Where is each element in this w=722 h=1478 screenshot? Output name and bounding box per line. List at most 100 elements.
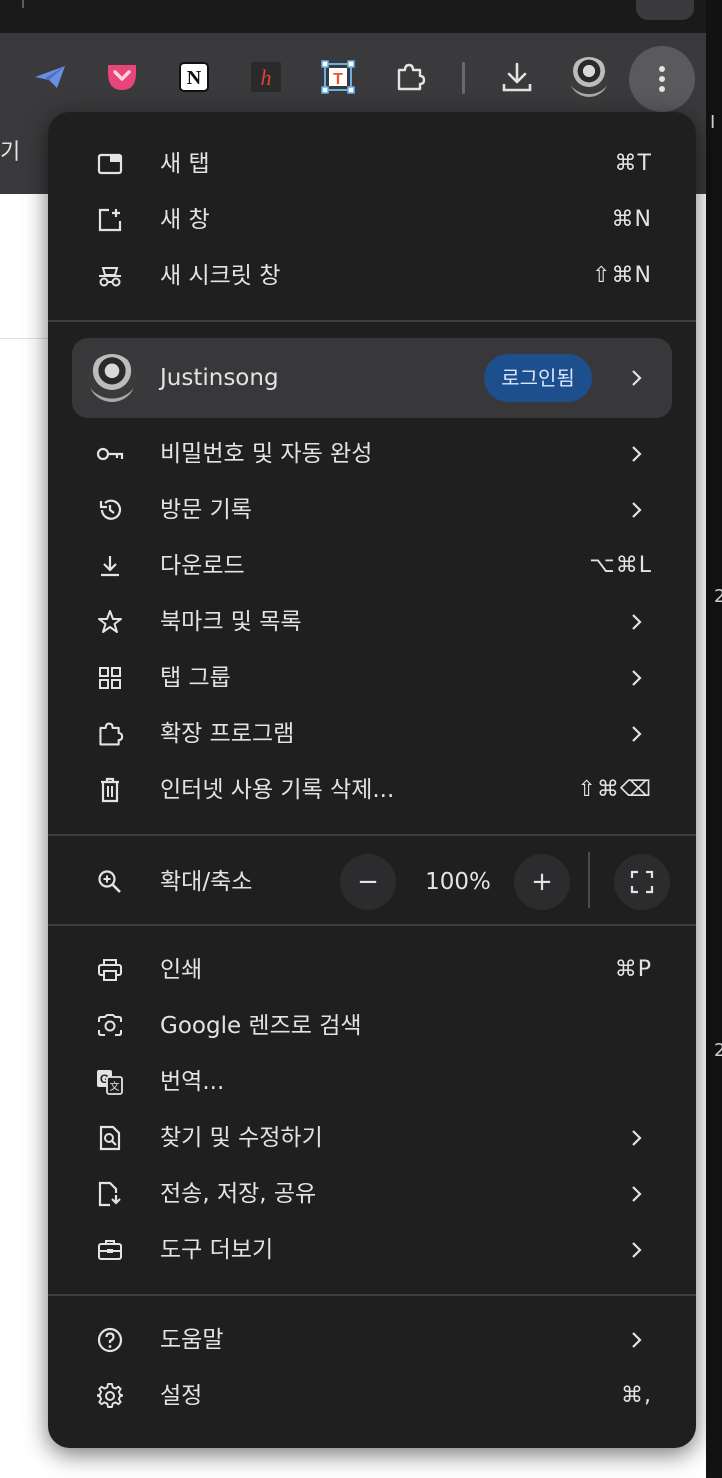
menu-bookmarks[interactable]: 북마크 및 목록 [48,594,696,650]
fullscreen-button[interactable] [614,854,670,910]
chevron-right-icon [624,366,648,390]
zoom-in-icon [96,868,124,896]
menu-label: 전송, 저장, 공유 [160,1181,317,1207]
menu-divider [48,834,696,836]
chevron-right-icon [624,498,648,522]
menu-shortcut: ⌘, [621,1383,652,1408]
chevron-right-icon [624,1328,648,1352]
menu-new-window[interactable]: 새 창 ⌘N [48,192,696,248]
menu-label: Google 렌즈로 검색 [160,1013,362,1039]
telegram-icon[interactable] [30,54,70,100]
bookmark-item[interactable]: 기 [0,134,20,166]
menu-label: 번역... [160,1069,225,1095]
svg-text:T: T [333,71,343,88]
download-icon [96,552,124,580]
menu-label: 새 창 [160,207,210,233]
menu-history[interactable]: 방문 기록 [48,482,696,538]
chevron-right-icon [624,1126,648,1150]
window-fragment: I [710,112,716,133]
menu-passwords[interactable]: 비밀번호 및 자동 완성 [48,426,696,482]
plus-icon: + [531,867,553,897]
zoom-separator [588,852,590,908]
zoom-in-button[interactable]: + [514,854,570,910]
zoom-label: 확대/축소 [160,869,253,895]
window-fragment: 2 [714,1040,722,1061]
menu-google-lens[interactable]: Google 렌즈로 검색 [48,998,696,1054]
more-menu-button[interactable] [629,46,695,112]
printer-icon [96,956,124,984]
star-icon [96,608,124,636]
menu-label: 다운로드 [160,553,245,579]
fullscreen-icon [630,870,654,894]
hypothesis-icon[interactable]: h [246,54,286,100]
save-file-icon [96,1180,124,1208]
toolbox-icon [96,1236,124,1264]
menu-incognito[interactable]: 새 시크릿 창 ⇧⌘N [48,248,696,304]
svg-text:h: h [261,65,272,90]
menu-divider [48,1294,696,1296]
incognito-icon [96,262,124,290]
svg-text:N: N [187,67,202,89]
menu-more-tools[interactable]: 도구 더보기 [48,1222,696,1278]
zoom-level: 100% [425,869,491,895]
download-icon[interactable] [497,54,537,100]
menu-find-edit[interactable]: 찾기 및 수정하기 [48,1110,696,1166]
avatar [569,57,609,97]
profile-name: Justinsong [160,365,279,391]
tab-edge [22,0,24,8]
menu-shortcut: ⌘T [614,151,652,176]
chevron-right-icon [624,666,648,690]
trash-icon [96,776,124,804]
menu-shortcut: ⌘P [614,957,652,982]
menu-print[interactable]: 인쇄 ⌘P [48,942,696,998]
adjacent-window: I 2 2 [706,0,722,1478]
menu-label: 확장 프로그램 [160,721,295,747]
menu-settings[interactable]: 설정 ⌘, [48,1368,696,1424]
menu-clear-browsing-data[interactable]: 인터넷 사용 기록 삭제... ⇧⌘⌫ [48,762,696,818]
profile-avatar[interactable] [569,54,609,100]
tab-strip [0,0,722,33]
menu-cast-save-share[interactable]: 전송, 저장, 공유 [48,1166,696,1222]
menu-translate[interactable]: G文 번역... [48,1054,696,1110]
menu-shortcut: ⇧⌘N [592,263,652,288]
menu-zoom-row: 확대/축소 − 100% + [48,850,696,914]
menu-downloads[interactable]: 다운로드 ⌥⌘L [48,538,696,594]
menu-new-tab[interactable]: 새 탭 ⌘T [48,136,696,192]
puzzle-icon [96,720,124,748]
menu-shortcut: ⇧⌘⌫ [577,777,652,802]
minus-icon: − [357,867,379,897]
menu-label: 도구 더보기 [160,1237,274,1263]
new-window-icon [96,206,124,234]
menu-extensions[interactable]: 확장 프로그램 [48,706,696,762]
history-icon [96,496,124,524]
zoom-out-button[interactable]: − [340,854,396,910]
text-extension-icon[interactable]: T [318,54,358,100]
menu-label: 찾기 및 수정하기 [160,1125,323,1151]
menu-label: 도움말 [160,1327,224,1353]
menu-label: 새 시크릿 창 [160,263,281,289]
chevron-right-icon [624,442,648,466]
menu-label: 비밀번호 및 자동 완성 [160,441,373,467]
help-icon [96,1326,124,1354]
pocket-icon[interactable] [102,54,142,100]
content-divider [0,338,48,339]
chevron-right-icon [624,610,648,634]
extensions-icon[interactable] [390,54,430,100]
key-icon [96,440,124,468]
menu-label: 새 탭 [160,151,210,177]
new-tab-button[interactable] [636,0,694,20]
menu-divider [48,924,696,926]
menu-divider [48,320,696,322]
chevron-right-icon [624,722,648,746]
menu-help[interactable]: 도움말 [48,1312,696,1368]
grid-icon [96,664,124,692]
chevron-right-icon [624,1238,648,1262]
menu-profile[interactable]: Justinsong 로그인됨 [72,338,672,418]
notion-icon[interactable]: N [174,54,214,100]
gear-icon [96,1382,124,1410]
menu-label: 탭 그룹 [160,665,231,691]
more-menu-icon [659,66,665,92]
menu-tab-groups[interactable]: 탭 그룹 [48,650,696,706]
menu-shortcut: ⌘N [611,207,652,232]
toolbar-separator [462,62,465,94]
